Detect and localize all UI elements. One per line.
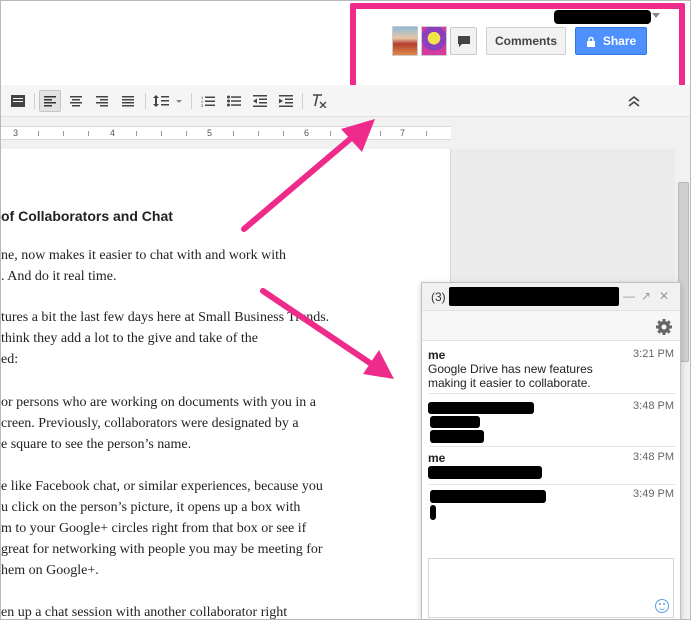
document-line: ed: xyxy=(1,352,19,367)
message-time: 3:49 PM xyxy=(633,488,674,500)
app-window: Comments Share 1 2 3 3 4 5 6 7 of Collab… xyxy=(0,0,691,620)
document-line: u click on the person’s picture, it open… xyxy=(1,500,301,515)
ruler-number: 4 xyxy=(110,128,116,138)
chat-message-input[interactable] xyxy=(428,558,674,618)
redacted-message xyxy=(430,430,484,443)
popout-icon[interactable]: ↗ xyxy=(641,289,651,303)
formatting-toolbar: 123 xyxy=(1,85,690,117)
document-line: en up a chat session with another collab… xyxy=(1,605,288,620)
message-time: 3:48 PM xyxy=(633,400,674,412)
redacted-message xyxy=(430,490,546,503)
bulleted-list-icon[interactable] xyxy=(223,90,245,112)
numbered-list-icon[interactable]: 123 xyxy=(197,90,219,112)
message-time: 3:21 PM xyxy=(633,348,674,360)
align-center-icon[interactable] xyxy=(65,90,87,112)
document-line: e square to see the person’s name. xyxy=(1,437,192,452)
document-line: or persons who are working on documents … xyxy=(1,395,316,410)
document-line: great for networking with people you may… xyxy=(1,542,323,557)
chat-panel: (3) — ↗ ✕ me 3:21 PM Google Drive has ne… xyxy=(421,282,681,619)
chat-header: (3) — ↗ ✕ xyxy=(422,283,680,311)
line-spacing-icon[interactable] xyxy=(151,90,185,112)
ruler-tick xyxy=(380,131,381,136)
ruler-tick xyxy=(136,131,137,136)
clear-formatting-icon[interactable] xyxy=(308,90,330,112)
redacted-message xyxy=(430,505,436,520)
document-line: ne, now makes it easier to chat with and… xyxy=(1,248,286,263)
ruler-strip: 3 4 5 6 7 xyxy=(1,126,451,140)
chat-message: 3:48 PM xyxy=(428,400,676,447)
decrease-indent-icon[interactable] xyxy=(249,90,271,112)
ruler-margin xyxy=(451,117,690,149)
document-line: tures a bit the last few days here at Sm… xyxy=(1,310,330,325)
chat-toolbar xyxy=(422,311,680,341)
message-text: Google Drive has new features making it … xyxy=(428,362,593,390)
chat-message: me 3:21 PM Google Drive has new features… xyxy=(428,348,676,394)
document-line: think they add a lot to the give and tak… xyxy=(1,331,258,346)
ruler-tick xyxy=(88,131,89,136)
align-right-icon[interactable] xyxy=(91,90,113,112)
toolbar-divider xyxy=(191,93,192,109)
document-line: e like Facebook chat, or similar experie… xyxy=(1,479,323,494)
close-icon[interactable]: ✕ xyxy=(659,289,669,303)
collapse-icon[interactable] xyxy=(626,93,642,109)
ruler-tick xyxy=(283,131,284,136)
highlight-annotation-box xyxy=(350,3,685,93)
increase-indent-icon[interactable] xyxy=(275,90,297,112)
ruler-tick xyxy=(355,131,356,136)
ruler-tick xyxy=(161,131,162,136)
svg-text:3: 3 xyxy=(201,103,204,107)
ruler-tick xyxy=(330,131,331,136)
redacted-message xyxy=(428,466,542,479)
document-line: . And do it real time. xyxy=(1,269,117,284)
minimize-icon[interactable]: — xyxy=(623,289,635,303)
toolbar-divider xyxy=(302,93,303,109)
document-line: hem on Google+. xyxy=(1,563,99,578)
message-time: 3:48 PM xyxy=(633,451,674,463)
ruler: 3 4 5 6 7 xyxy=(1,117,451,149)
ruler-number: 6 xyxy=(304,128,310,138)
ruler-tick xyxy=(258,131,259,136)
align-left-icon[interactable] xyxy=(39,90,61,112)
chat-message: me 3:48 PM xyxy=(428,451,676,485)
comment-icon[interactable] xyxy=(7,90,29,112)
chat-participant-count: (3) xyxy=(431,290,446,304)
redacted-message xyxy=(430,416,480,428)
message-sender: me xyxy=(428,451,446,465)
document-line: m to your Google+ circles right from tha… xyxy=(1,521,307,536)
justify-icon[interactable] xyxy=(117,90,139,112)
ruler-tick xyxy=(186,131,187,136)
redacted-sender xyxy=(428,402,534,414)
toolbar-divider xyxy=(145,93,146,109)
ruler-number: 5 xyxy=(207,128,213,138)
ruler-number: 3 xyxy=(13,128,19,138)
document-line: creen. Previously, collaborators were de… xyxy=(1,416,299,431)
document-heading: of Collaborators and Chat xyxy=(1,208,173,224)
chat-message: 3:49 PM xyxy=(428,488,676,528)
ruler-number: 7 xyxy=(400,128,406,138)
ruler-tick xyxy=(233,131,234,136)
ruler-tick xyxy=(426,131,427,136)
ruler-tick xyxy=(63,131,64,136)
docs-header: Comments Share xyxy=(1,1,690,93)
toolbar-divider xyxy=(34,93,35,109)
message-sender: me xyxy=(428,348,446,362)
smiley-icon[interactable] xyxy=(655,599,669,613)
gear-icon[interactable] xyxy=(655,318,673,336)
ruler-tick xyxy=(38,131,39,136)
redacted-chat-title xyxy=(449,287,619,306)
